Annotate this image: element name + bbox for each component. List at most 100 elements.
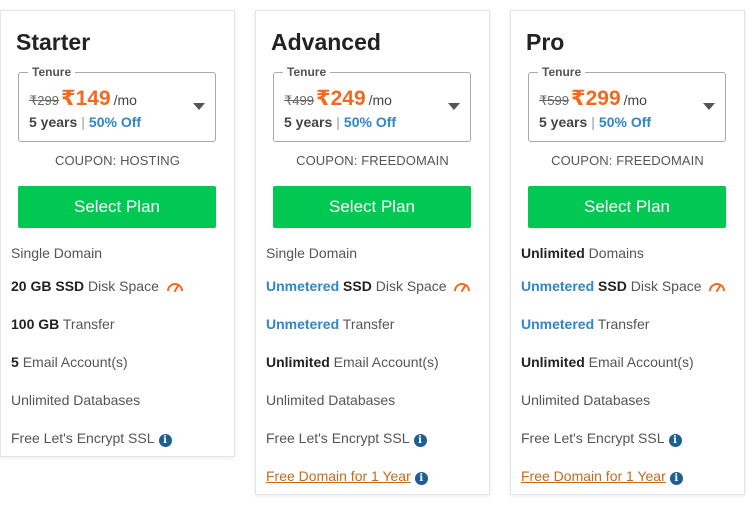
feature-text: Transfer [342,316,395,332]
feature-domains: Single Domain [11,245,102,261]
feature-domains: Unlimited Domains [521,245,644,261]
discounted-price: ₹249 [315,87,366,110]
feature-ssd: SSD [598,278,627,294]
caret-down-icon[interactable] [193,103,205,110]
feature-databases: Unlimited Databases [521,392,650,408]
term-row: 5 years | 50% Off [284,114,396,130]
info-circle-icon[interactable]: i [158,434,172,447]
select-plan-button[interactable]: Select Plan [18,186,216,228]
term-length: 5 years [284,114,333,130]
caret-down-icon[interactable] [703,103,715,110]
feature-text: Email Account(s) [588,354,694,370]
original-price: ₹499 [284,93,314,108]
info-circle-icon[interactable]: i [669,472,683,485]
term-row: 5 years | 50% Off [29,114,141,130]
select-plan-button[interactable]: Select Plan [528,186,726,228]
info-circle-icon[interactable]: i [413,434,427,447]
feature-text: Free Let's Encrypt SSL [11,430,155,446]
feature-free-domain: Free Domain for 1 Year i [266,468,428,485]
select-plan-button[interactable]: Select Plan [273,186,471,228]
feature-text: Domains [588,245,644,261]
price-period: /mo [623,92,647,108]
feature-value: Unmetered [266,316,340,332]
tenure-select[interactable]: Tenure ₹499₹249/mo 5 years | 50% Off [273,65,471,142]
speedometer-icon [709,283,726,292]
tenure-label: Tenure [28,65,76,79]
discount-label: 50% Off [598,114,652,130]
feature-text: Free Let's Encrypt SSL [521,430,665,446]
term-separator: | [81,114,85,130]
feature-email: Unlimited Email Account(s) [266,354,439,370]
feature-transfer: Unmetered Transfer [521,316,649,332]
feature-text: Unlimited Databases [521,392,651,408]
feature-value: 20 GB [11,278,52,294]
plan-title: Advanced [271,29,381,55]
feature-text: Unlimited Databases [11,392,141,408]
feature-value: Unmetered [266,278,340,294]
discounted-price: ₹299 [570,87,621,110]
plan-card-starter: Starter Tenure ₹299₹149/mo 5 years | 50% O… [0,10,235,457]
feature-text: Disk Space [630,278,702,294]
feature-ssl: Free Let's Encrypt SSL i [11,430,172,447]
price-row: ₹299₹149/mo [29,86,137,111]
coupon-code: COUPON: FREEDOMAIN [296,153,449,168]
feature-ssd: SSD [55,278,85,294]
feature-value: Unlimited [521,354,585,370]
feature-text: Free Let's Encrypt SSL [266,430,410,446]
original-price: ₹599 [539,93,569,108]
feature-text: Single Domain [11,245,103,261]
feature-value: Unmetered [521,278,595,294]
free-domain-link[interactable]: Free Domain for 1 Year [521,468,666,484]
tenure-select[interactable]: Tenure ₹299₹149/mo 5 years | 50% Off [18,65,216,142]
feature-disk-space: 20 GB SSD Disk Space [11,278,184,294]
feature-text: Transfer [597,316,650,332]
feature-value: 5 [11,354,19,370]
info-circle-icon[interactable]: i [668,434,682,447]
feature-value: 100 GB [11,316,60,332]
feature-email: 5 Email Account(s) [11,354,128,370]
original-price: ₹299 [29,93,59,108]
feature-text: Unlimited Databases [266,392,396,408]
plan-card-advanced: Advanced Tenure ₹499₹249/mo 5 years | 50% … [255,10,490,495]
feature-text: Disk Space [375,278,447,294]
feature-value: Unlimited [521,245,585,261]
feature-databases: Unlimited Databases [266,392,395,408]
term-separator: | [591,114,595,130]
feature-value: Unmetered [521,316,595,332]
plan-title: Starter [16,29,91,55]
term-length: 5 years [539,114,588,130]
feature-text: Email Account(s) [333,354,439,370]
speedometer-icon [454,283,471,292]
discount-label: 50% Off [88,114,142,130]
feature-text: Single Domain [266,245,358,261]
feature-ssd: SSD [343,278,372,294]
feature-text: Transfer [62,316,115,332]
caret-down-icon[interactable] [448,103,460,110]
speedometer-icon [166,283,183,292]
coupon-code: COUPON: HOSTING [54,153,180,168]
free-domain-link[interactable]: Free Domain for 1 Year [266,468,411,484]
discounted-price: ₹149 [60,87,111,110]
feature-value: Unlimited [266,354,330,370]
discount-label: 50% Off [343,114,397,130]
price-row: ₹499₹249/mo [284,86,392,111]
tenure-label: Tenure [283,65,331,79]
feature-ssl: Free Let's Encrypt SSL i [521,430,682,447]
feature-disk-space: Unmetered SSD Disk Space [521,278,726,294]
feature-transfer: 100 GB Transfer [11,316,115,332]
plan-title: Pro [526,29,565,55]
feature-email: Unlimited Email Account(s) [521,354,694,370]
tenure-label: Tenure [538,65,586,79]
feature-text: Disk Space [88,278,159,294]
tenure-select[interactable]: Tenure ₹599₹299/mo 5 years | 50% Off [528,65,726,142]
feature-transfer: Unmetered Transfer [266,316,394,332]
info-circle-icon[interactable]: i [414,472,428,485]
price-period: /mo [113,92,137,108]
feature-disk-space: Unmetered SSD Disk Space [266,278,471,294]
term-row: 5 years | 50% Off [539,114,651,130]
feature-text: Email Account(s) [22,354,128,370]
price-row: ₹599₹299/mo [539,86,647,111]
feature-ssl: Free Let's Encrypt SSL i [266,430,427,447]
feature-domains: Single Domain [266,245,357,261]
price-period: /mo [368,92,392,108]
